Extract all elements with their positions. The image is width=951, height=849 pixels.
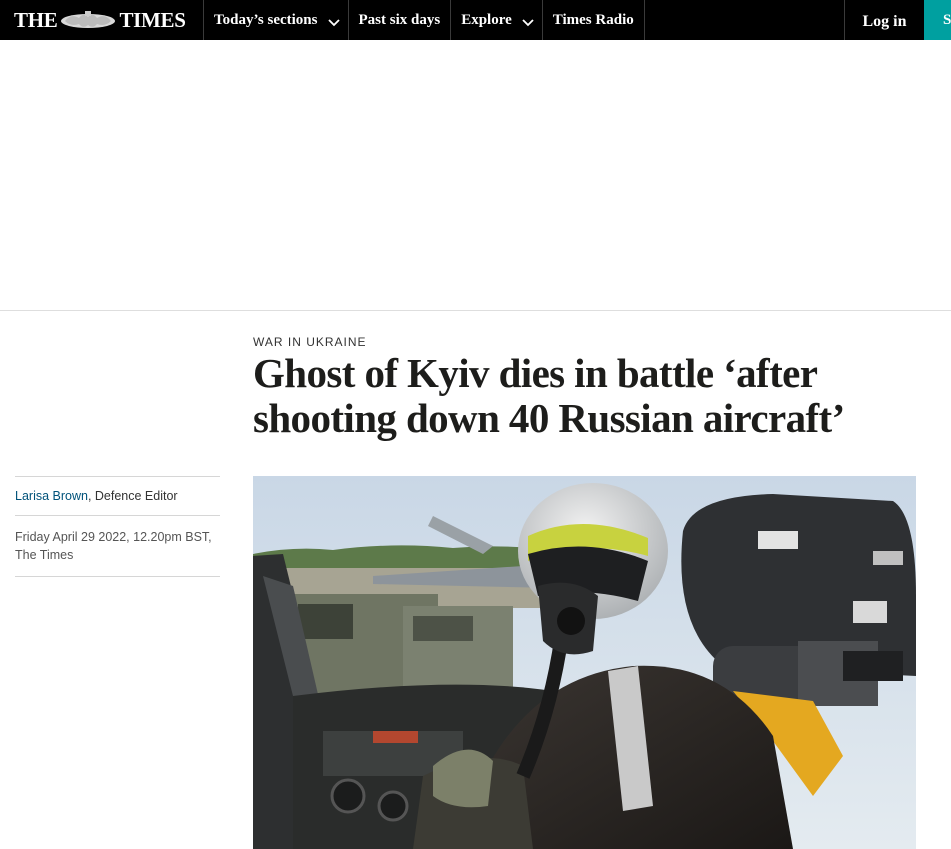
login-label: Log in: [862, 13, 907, 30]
section-label[interactable]: WAR IN UKRAINE: [253, 335, 367, 349]
nav-todays-sections-label: Today’s sections: [214, 11, 318, 28]
publish-date: Friday April 29 2022, 12.20pm BST, The T…: [15, 516, 220, 576]
login-button[interactable]: Log in: [844, 0, 924, 40]
divider: [15, 576, 220, 577]
nav-times-radio[interactable]: Times Radio: [543, 0, 645, 40]
chevron-down-icon: [327, 15, 340, 27]
author-role: , Defence Editor: [87, 489, 178, 503]
headline-line-2: shooting down 40 Russian aircraft’: [253, 395, 845, 441]
nav-explore-label: Explore: [461, 11, 512, 28]
headline-line-1: Ghost of Kyiv dies in battle ‘after: [253, 350, 818, 396]
advert-space: [0, 40, 951, 310]
chevron-down-icon: [522, 15, 534, 27]
logo-text-the: THE: [14, 7, 58, 32]
byline: Larisa Brown, Defence Editor Friday Apri…: [15, 476, 220, 577]
pilot-in-cockpit-image: [253, 476, 916, 849]
article-hero-image: [253, 476, 916, 849]
nav-times-radio-label: Times Radio: [552, 11, 634, 28]
divider: [0, 310, 951, 311]
publish-date-line-1: Friday April 29 2022, 12.20pm BST,: [15, 530, 212, 544]
nav-explore[interactable]: Explore: [451, 0, 543, 40]
royal-crest-icon: [59, 9, 117, 31]
publish-date-line-2: The Times: [15, 548, 74, 562]
nav-todays-sections[interactable]: Today’s sections: [204, 0, 349, 40]
author-row: Larisa Brown, Defence Editor: [15, 477, 220, 515]
section-label-text: WAR IN UKRAINE: [253, 335, 367, 349]
nav-past-six-days[interactable]: Past six days: [349, 0, 452, 40]
times-logo[interactable]: THE TIMES: [0, 0, 204, 40]
top-navigation: THE TIMES Today’s sections Past six days…: [0, 0, 951, 40]
author-link[interactable]: Larisa Brown: [15, 489, 88, 503]
nav-past-six-days-label: Past six days: [358, 11, 441, 28]
subscribe-button[interactable]: S: [924, 0, 951, 40]
headline: Ghost of Kyiv dies in battle ‘after shoo…: [253, 351, 933, 441]
subscribe-label: S: [943, 11, 951, 28]
logo-text-times: TIMES: [119, 7, 186, 32]
